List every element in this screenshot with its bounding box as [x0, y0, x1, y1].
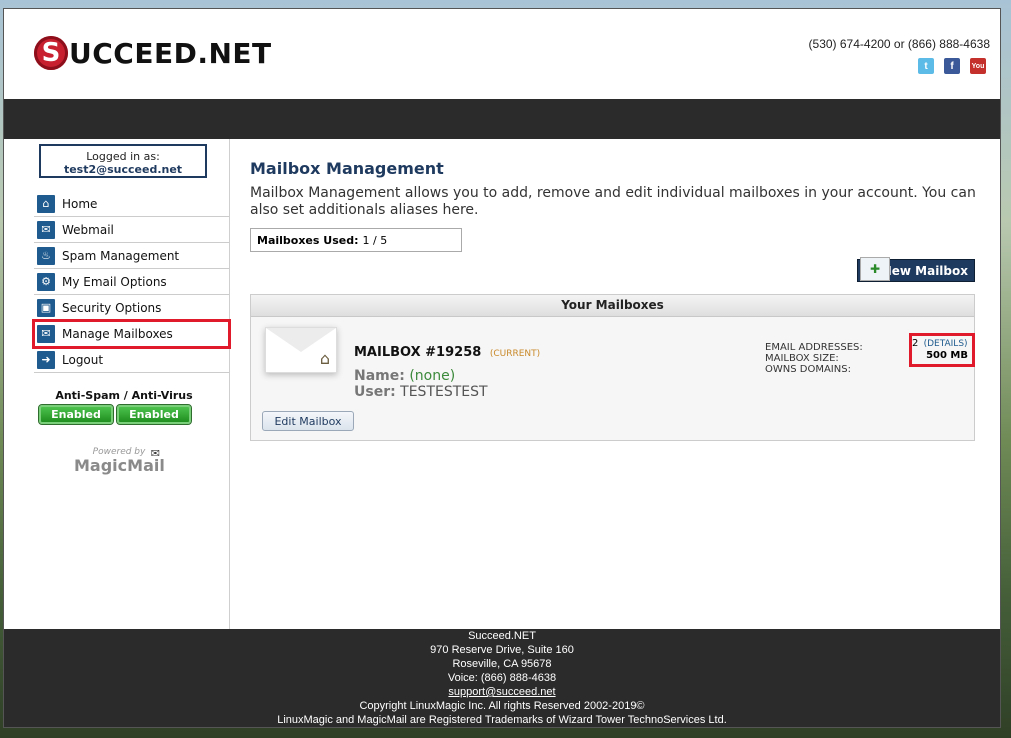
mailbox-stats-values: 2 (DETAILS) 500 MB — [909, 333, 975, 367]
logged-in-user: test2@succeed.net — [63, 163, 183, 176]
antivirus-enabled-button[interactable]: Enabled — [116, 404, 192, 425]
phone-numbers: (530) 674-4200 or (866) 888-4638 — [808, 37, 990, 51]
logo-text: UCCEED.NET — [69, 36, 272, 70]
facebook-icon[interactable]: f — [944, 58, 960, 74]
sidebar-item-my-email-options[interactable]: ⚙ My Email Options — [34, 269, 229, 295]
house-icon: ⌂ — [319, 349, 330, 368]
edit-mailbox-button[interactable]: Edit Mailbox — [262, 411, 354, 431]
envelope-icon: ✉ — [37, 220, 55, 239]
youtube-icon[interactable]: You — [970, 58, 986, 74]
top-navbar — [4, 99, 1000, 139]
footer-copyright: Copyright LinuxMagic Inc. All rights Res… — [359, 700, 645, 712]
new-mailbox-button[interactable]: ✚ New Mailbox — [857, 257, 975, 282]
new-mailbox-label: New Mailbox — [881, 263, 968, 278]
main-content: Mailbox Management Mailbox Management al… — [230, 139, 1000, 629]
mailbox-stats: EMAIL ADDRESSES: MAILBOX SIZE: OWNS DOMA… — [765, 342, 863, 375]
sidebar-menu: ⌂ Home ✉ Webmail ♨ Spam Management ⚙ My … — [32, 191, 231, 373]
social-links: t f You — [918, 58, 986, 74]
mailbox-size-label: MAILBOX SIZE: — [765, 353, 839, 364]
gear-icon: ⚙ — [37, 272, 55, 291]
logged-in-label: Logged in as: — [86, 150, 160, 163]
mailbox-user-label: User: — [354, 384, 396, 400]
antispam-enabled-button[interactable]: Enabled — [38, 404, 114, 425]
site-header: S UCCEED.NET (530) 674-4200 or (866) 888… — [4, 9, 1000, 99]
mailbox-name-value: (none) — [409, 368, 456, 384]
page-title: Mailbox Management — [250, 159, 444, 178]
antispam-antivirus-buttons: Enabled Enabled — [38, 404, 192, 425]
sidebar-item-security-options[interactable]: ▣ Security Options — [34, 295, 229, 321]
sidebar-item-label: Home — [62, 196, 98, 211]
page-description: Mailbox Management allows you to add, re… — [250, 185, 976, 218]
logo-letter: S — [34, 36, 68, 70]
footer-voice: Voice: (866) 888-4638 — [447, 672, 557, 684]
sidebar-item-webmail[interactable]: ✉ Webmail — [34, 217, 229, 243]
details-link[interactable]: (DETAILS) — [924, 339, 968, 349]
mailboxes-used-box: Mailboxes Used: 1 / 5 — [250, 228, 462, 252]
sidebar-item-label: Webmail — [62, 222, 114, 237]
footer-support-email[interactable]: support@succeed.net — [448, 686, 555, 698]
sidebar-item-manage-mailboxes[interactable]: ✉ Manage Mailboxes — [32, 319, 231, 349]
mailbox-current-badge: (CURRENT) — [489, 349, 541, 359]
panel-title: Your Mailboxes — [251, 295, 974, 317]
add-mailbox-icon: ✚ — [860, 257, 890, 281]
mailbox-title: MAILBOX #19258 (CURRENT) — [354, 345, 540, 360]
powered-by-magicmail: ✉ Powered by MagicMail — [74, 447, 165, 475]
mailbox-user-value: TESTESTEST — [400, 384, 488, 400]
sidebar-item-label: Spam Management — [62, 248, 180, 263]
footer-company: Succeed.NET — [468, 630, 536, 642]
home-icon: ⌂ — [37, 194, 55, 213]
sidebar-item-label: My Email Options — [62, 274, 167, 289]
sidebar-item-label: Logout — [62, 352, 104, 367]
mailbox-name-label: Name: — [354, 368, 405, 384]
owns-domains-label: OWNS DOMAINS: — [765, 364, 851, 375]
mailbox-envelope-icon: ⌂ — [265, 327, 337, 373]
logout-icon: ➜ — [37, 350, 55, 369]
sidebar-item-spam-management[interactable]: ♨ Spam Management — [34, 243, 229, 269]
magicmail-logo-icon: ✉ — [150, 447, 160, 460]
flame-icon: ♨ — [37, 246, 55, 265]
your-mailboxes-panel: Your Mailboxes ⌂ MAILBOX #19258 (CURRENT… — [250, 294, 975, 441]
email-address-count: 2 — [912, 338, 919, 349]
envelope-icon: ✉ — [37, 324, 55, 343]
antispam-antivirus-title: Anti-Spam / Anti-Virus — [55, 389, 193, 402]
mailbox-size-value: 500 MB — [926, 350, 968, 361]
lock-icon: ▣ — [37, 298, 55, 317]
twitter-icon[interactable]: t — [918, 58, 934, 74]
sidebar-item-label: Security Options — [62, 300, 162, 315]
app-window: S UCCEED.NET (530) 674-4200 or (866) 888… — [3, 8, 1001, 728]
mailbox-info: Name: (none) User: TESTESTEST — [354, 368, 488, 400]
sidebar: Logged in as: test2@succeed.net ⌂ Home ✉… — [4, 139, 231, 629]
email-addresses-label: EMAIL ADDRESSES: — [765, 342, 863, 353]
site-footer: Succeed.NET 970 Reserve Drive, Suite 160… — [4, 629, 1000, 727]
sidebar-item-logout[interactable]: ➜ Logout — [34, 347, 229, 373]
mailbox-number: MAILBOX #19258 — [354, 345, 482, 360]
succeed-logo[interactable]: S UCCEED.NET — [34, 33, 272, 73]
sidebar-item-label: Manage Mailboxes — [62, 326, 173, 341]
logged-in-box: Logged in as: test2@succeed.net — [39, 144, 207, 178]
footer-address-line2: Roseville, CA 95678 — [452, 658, 552, 670]
mailboxes-used-value: 1 / 5 — [362, 233, 388, 247]
mailboxes-used-label: Mailboxes Used: — [257, 233, 359, 247]
footer-trademark: LinuxMagic and MagicMail are Registered … — [277, 714, 727, 726]
sidebar-item-home[interactable]: ⌂ Home — [34, 191, 229, 217]
footer-address-line1: 970 Reserve Drive, Suite 160 — [430, 644, 574, 656]
